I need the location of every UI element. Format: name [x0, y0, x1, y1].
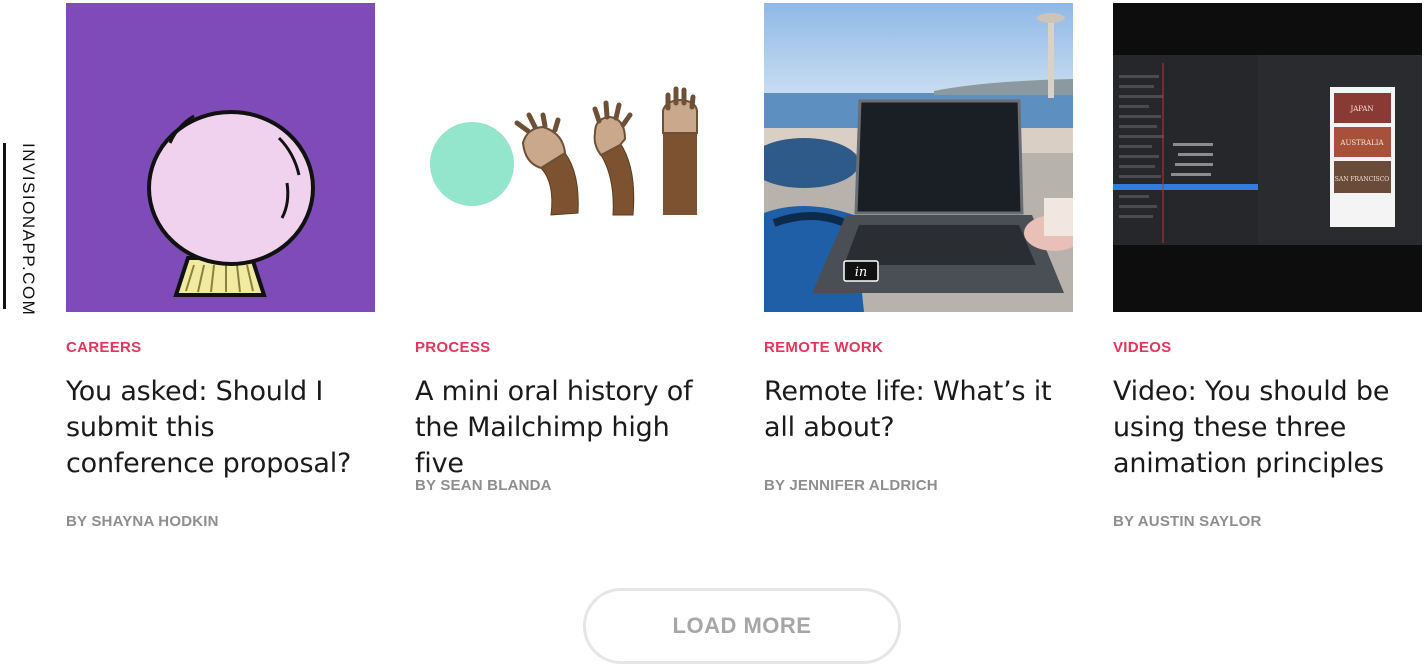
site-label-text: INVISIONAPP.COM [19, 143, 38, 317]
crystal-ball-illustration [66, 3, 375, 312]
site-label-bar [3, 143, 6, 309]
article-thumbnail[interactable]: JAPAN AUSTRALIA SAN FRANCISCO [1113, 3, 1422, 312]
article-category[interactable]: REMOTE WORK [764, 339, 883, 356]
laptop-beach-photo: in [764, 3, 1073, 312]
article-card-videos[interactable]: JAPAN AUSTRALIA SAN FRANCISCO VIDEOS Vid… [1113, 3, 1422, 530]
article-title[interactable]: A mini oral history of the Mailchimp hig… [415, 374, 715, 482]
article-title[interactable]: Remote life: What’s it all about? [764, 374, 1064, 446]
site-label: INVISIONAPP.COM [3, 143, 38, 317]
article-card-process[interactable]: PROCESS A mini oral history of the Mailc… [415, 3, 724, 494]
thumb-label-san-francisco: SAN FRANCISCO [1335, 176, 1390, 183]
article-category[interactable]: CAREERS [66, 339, 141, 356]
article-author: BY AUSTIN SAYLOR [1113, 513, 1262, 530]
article-author: BY SHAYNA HODKIN [66, 513, 219, 530]
article-author: BY SEAN BLANDA [415, 477, 552, 494]
article-category[interactable]: VIDEOS [1113, 339, 1171, 356]
article-title[interactable]: You asked: Should I submit this conferen… [66, 374, 366, 482]
thumb-label-japan: JAPAN [1349, 105, 1373, 113]
article-thumbnail[interactable] [66, 3, 375, 312]
animation-software-screenshot: JAPAN AUSTRALIA SAN FRANCISCO [1113, 3, 1422, 312]
load-more-button[interactable]: LOAD MORE [583, 588, 901, 664]
article-author: BY JENNIFER ALDRICH [764, 477, 938, 494]
high-five-illustration [415, 3, 724, 312]
article-thumbnail[interactable] [415, 3, 724, 312]
article-thumbnail[interactable]: in [764, 3, 1073, 312]
svg-text:in: in [855, 265, 868, 280]
thumb-label-australia: AUSTRALIA [1339, 139, 1384, 147]
article-category[interactable]: PROCESS [415, 339, 490, 356]
article-title[interactable]: Video: You should be using these three a… [1113, 374, 1413, 482]
article-card-remote-work[interactable]: in REMOTE WORK Remote life: What’s it al… [764, 3, 1073, 494]
article-card-careers[interactable]: CAREERS You asked: Should I submit this … [66, 3, 375, 530]
